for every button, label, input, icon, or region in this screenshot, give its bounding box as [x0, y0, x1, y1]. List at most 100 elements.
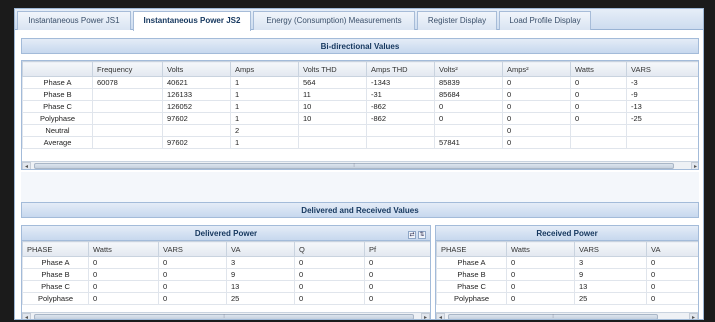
column-header[interactable]: Volts THD — [298, 61, 367, 77]
table-cell — [434, 124, 503, 137]
table-cell: 0 — [364, 280, 430, 293]
column-header[interactable]: Watts — [570, 61, 627, 77]
table-row[interactable]: Phase B 126133 1 11 -31 85684 0 0 -9 — [22, 88, 698, 101]
table-cell — [298, 124, 367, 137]
table-cell: 0 — [570, 88, 627, 101]
table-row[interactable]: Phase C 126052 1 10 -862 0 0 0 -13 — [22, 100, 698, 113]
column-header[interactable]: Watts — [88, 241, 159, 257]
scroll-right-icon[interactable]: ▸ — [691, 162, 698, 169]
tab-instantaneous-power-js1[interactable]: Instantaneous Power JS1 — [17, 11, 131, 30]
delivered-hscrollbar[interactable]: ◂ ⦙ ▸ — [22, 312, 430, 319]
scroll-left-icon[interactable]: ◂ — [436, 313, 445, 319]
received-power-title: Received Power — [436, 226, 698, 241]
scroll-right-icon[interactable]: ▸ — [421, 313, 430, 319]
table-cell: 97602 — [162, 136, 231, 149]
column-header[interactable]: Amps — [230, 61, 299, 77]
table-cell — [162, 124, 231, 137]
table-row[interactable]: Phase C 0 13 0 — [436, 280, 698, 293]
table-row[interactable]: Polyphase 0 0 25 0 0 — [22, 292, 430, 305]
table-cell: 0 — [88, 280, 159, 293]
row-label: Phase B — [436, 268, 507, 281]
table-cell: 11 — [298, 88, 367, 101]
table-row[interactable]: Average 97602 1 57841 0 — [22, 136, 698, 149]
table-cell: 0 — [502, 88, 571, 101]
table-row[interactable]: Phase A 60078 40621 1 564 -1343 85839 0 0 -3 — [22, 76, 698, 89]
table-row[interactable]: Phase A00300 — [22, 256, 430, 269]
table-row[interactable]: Polyphase 0 25 0 — [436, 292, 698, 305]
tab-instantaneous-power-js2[interactable]: Instantaneous Power JS2 — [133, 11, 251, 31]
table-cell — [626, 124, 698, 137]
table-cell: 13 — [226, 280, 295, 293]
delivered-received-title: Delivered and Received Values — [21, 202, 699, 218]
table-row[interactable]: Polyphase 97602 1 10 -862 0 0 0 -25 — [22, 112, 698, 125]
row-label: Neutral — [22, 124, 93, 137]
table-cell: 1 — [230, 100, 299, 113]
panel-expand-icon[interactable]: ⇄ — [408, 231, 416, 239]
table-cell: 0 — [506, 280, 575, 293]
column-header[interactable]: VARS — [574, 241, 647, 257]
table-cell: 0 — [506, 268, 575, 281]
table-cell: 0 — [88, 268, 159, 281]
table-cell: 0 — [502, 76, 571, 89]
received-power-table: PHASE Watts VARS VA Phase A 0 3 0 Phase B 0 9 0 Pha… — [436, 241, 698, 305]
tab-register-display[interactable]: Register Display — [417, 11, 497, 30]
column-header[interactable] — [22, 61, 93, 77]
scroll-thumb[interactable]: ⦙ — [448, 314, 658, 319]
row-label: Phase A — [22, 256, 89, 269]
scroll-left-icon[interactable]: ◂ — [22, 313, 31, 319]
table-cell: -9 — [626, 88, 698, 101]
table-cell — [366, 136, 435, 149]
column-header[interactable]: VA — [226, 241, 295, 257]
column-header[interactable]: PHASE — [22, 241, 89, 257]
bidirectional-grid: Frequency Volts Amps Volts THD Amps THD Volts… — [21, 60, 699, 170]
panel-tools: ⇄ ⇅ — [406, 229, 426, 239]
column-header[interactable]: Volts² — [434, 61, 503, 77]
table-row[interactable]: Phase B090 — [436, 268, 698, 281]
table-cell: 85839 — [434, 76, 503, 89]
column-header[interactable]: Frequency — [92, 61, 163, 77]
table-cell: 13 — [574, 280, 647, 293]
table-cell: 0 — [502, 124, 571, 137]
scroll-right-icon[interactable]: ▸ — [689, 313, 698, 319]
tab-energy-consumption-measurements[interactable]: Energy (Consumption) Measurements — [253, 11, 415, 30]
column-header[interactable]: Amps THD — [366, 61, 435, 77]
received-hscrollbar[interactable]: ◂ ⦙ ▸ — [436, 312, 698, 319]
section-spacer — [21, 172, 699, 202]
table-row[interactable]: Phase C 0 0 13 0 0 — [22, 280, 430, 293]
column-header[interactable]: Q — [294, 241, 365, 257]
bidirectional-hscrollbar[interactable]: ◂ ⦙ ▸ — [22, 161, 698, 169]
column-header[interactable]: Amps² — [502, 61, 571, 77]
column-header[interactable]: VARS — [158, 241, 227, 257]
scroll-thumb[interactable]: ⦙ — [34, 314, 414, 319]
row-label: Average — [22, 136, 93, 149]
column-header[interactable]: Volts — [162, 61, 231, 77]
table-row[interactable]: Phase B00900 — [22, 268, 430, 281]
table-cell: 0 — [434, 112, 503, 125]
scroll-left-icon[interactable]: ◂ — [22, 162, 31, 169]
row-label: Phase B — [22, 88, 93, 101]
table-cell — [626, 136, 698, 149]
table-cell: 0 — [364, 292, 430, 305]
table-cell — [92, 124, 163, 137]
column-header[interactable]: Watts — [506, 241, 575, 257]
table-cell: 0 — [506, 256, 575, 269]
table-cell: 1 — [230, 76, 299, 89]
scroll-thumb[interactable]: ⦙ — [34, 163, 674, 169]
column-header[interactable]: VARS — [626, 61, 698, 77]
tab-load-profile-display[interactable]: Load Profile Display — [499, 11, 591, 30]
table-cell — [92, 88, 163, 101]
column-header[interactable]: VA — [646, 241, 698, 257]
column-header[interactable]: Pf — [364, 241, 430, 257]
panel-collapse-icon[interactable]: ⇅ — [418, 231, 426, 239]
delivered-power-title: Delivered Power — [22, 226, 430, 241]
table-cell: 0 — [646, 256, 698, 269]
table-cell: 1 — [230, 88, 299, 101]
table-cell — [570, 136, 627, 149]
row-label: Polyphase — [436, 292, 507, 305]
table-cell: 564 — [298, 76, 367, 89]
table-row[interactable]: Neutral 2 0 — [22, 124, 698, 137]
table-cell — [298, 136, 367, 149]
table-row[interactable]: Phase A030 — [436, 256, 698, 269]
column-header[interactable]: PHASE — [436, 241, 507, 257]
bidirectional-title: Bi-directional Values — [21, 38, 699, 54]
